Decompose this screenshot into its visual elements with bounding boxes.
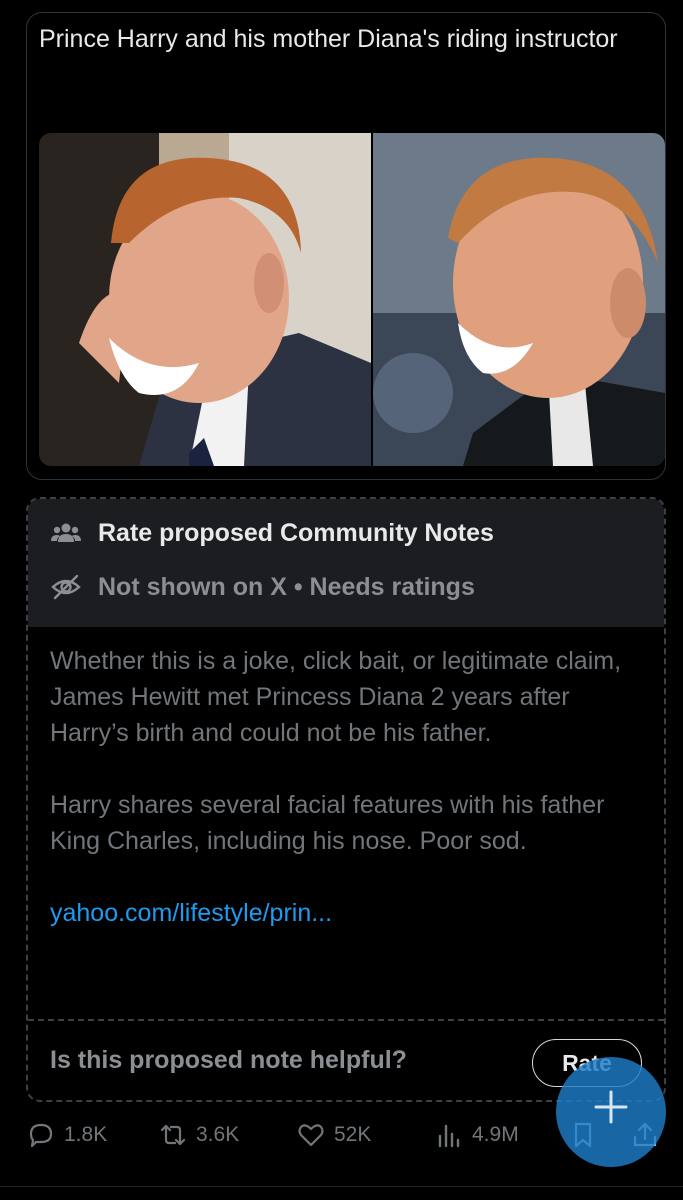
note-source-link[interactable]: yahoo.com/lifestyle/prin... xyxy=(50,895,650,931)
quoted-post-card[interactable]: Prince Harry and his mother Diana's ridi… xyxy=(26,12,666,480)
divider xyxy=(28,1019,664,1021)
reply-icon xyxy=(29,1123,53,1148)
repost-icon xyxy=(160,1124,186,1146)
compose-button[interactable] xyxy=(556,1057,666,1167)
eye-off-icon xyxy=(51,574,81,600)
helpful-question: Is this proposed note helpful? xyxy=(50,1046,407,1074)
heart-icon xyxy=(298,1124,324,1147)
analytics-icon xyxy=(438,1124,460,1148)
community-notes-header[interactable]: Rate proposed Community Notes Not shown … xyxy=(28,499,664,627)
quoted-post-text: Prince Harry and his mother Diana's ridi… xyxy=(39,25,618,53)
reply-button[interactable]: 1.8K xyxy=(26,1120,107,1150)
repost-button[interactable]: 3.6K xyxy=(158,1120,239,1150)
like-count: 52K xyxy=(334,1123,372,1146)
community-notes-box: Rate proposed Community Notes Not shown … xyxy=(26,497,666,1102)
community-notes-title: Rate proposed Community Notes xyxy=(98,518,494,547)
photo-left[interactable] xyxy=(39,133,371,466)
views-button[interactable]: 4.9M xyxy=(434,1120,519,1150)
plus-icon xyxy=(594,1090,628,1124)
note-paragraph: Whether this is a joke, click bait, or l… xyxy=(50,647,622,747)
like-button[interactable]: 52K xyxy=(296,1120,371,1150)
note-body: Whether this is a joke, click bait, or l… xyxy=(50,643,650,931)
photo-right[interactable] xyxy=(373,133,665,466)
repost-count: 3.6K xyxy=(196,1123,240,1146)
people-icon xyxy=(51,523,81,542)
man-smiling-outdoors-photo xyxy=(373,133,665,466)
view-count: 4.9M xyxy=(472,1123,519,1146)
man-smiling-photo xyxy=(39,133,371,466)
reply-count: 1.8K xyxy=(64,1123,108,1146)
note-status: Not shown on X • Needs ratings xyxy=(98,572,475,601)
divider xyxy=(0,1186,683,1187)
note-paragraph: Harry shares several facial features wit… xyxy=(50,791,605,855)
